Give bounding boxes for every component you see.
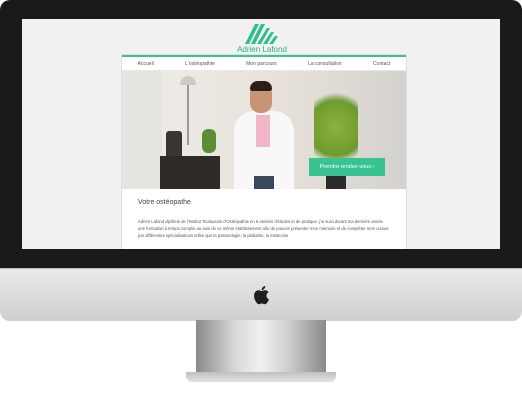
monitor-base <box>186 372 336 382</box>
lamp-shade <box>180 76 196 85</box>
apple-logo-icon <box>254 286 269 305</box>
hero-image: Prendre rendez-vous › <box>122 71 406 189</box>
main-nav: Accueil L'ostéopathie Mon parcours La co… <box>122 55 406 71</box>
doctor-hair <box>250 81 272 91</box>
nav-item-contact[interactable]: Contact <box>373 61 390 67</box>
screen: Adrien Lafond Accueil L'ostéopathie Mon … <box>22 19 500 249</box>
intro-paragraph: Adrien Lafond diplômé de l'Institut Toul… <box>138 219 389 238</box>
nav-item-consultation[interactable]: La consultation <box>308 61 342 67</box>
lamp-pole <box>187 85 189 145</box>
nav-item-osteopathie[interactable]: L'ostéopathie <box>185 61 215 67</box>
mountain-stripes-logo <box>245 24 278 44</box>
appointment-button[interactable]: Prendre rendez-vous › <box>309 158 385 176</box>
section-title: Votre ostéopathe <box>138 199 191 206</box>
nav-item-accueil[interactable]: Accueil <box>138 61 154 67</box>
small-plant <box>202 129 216 153</box>
hero-wall <box>122 71 162 189</box>
desk <box>160 156 220 189</box>
site-logo[interactable]: Adrien Lafond <box>229 22 295 54</box>
brand-name: Adrien Lafond <box>237 45 287 54</box>
site-page: Accueil L'ostéopathie Mon parcours La co… <box>121 54 407 249</box>
nav-item-parcours[interactable]: Mon parcours <box>246 61 277 67</box>
doctor-legs <box>254 176 274 189</box>
doctor-shirt <box>256 115 270 147</box>
monitor-stand <box>196 320 326 378</box>
